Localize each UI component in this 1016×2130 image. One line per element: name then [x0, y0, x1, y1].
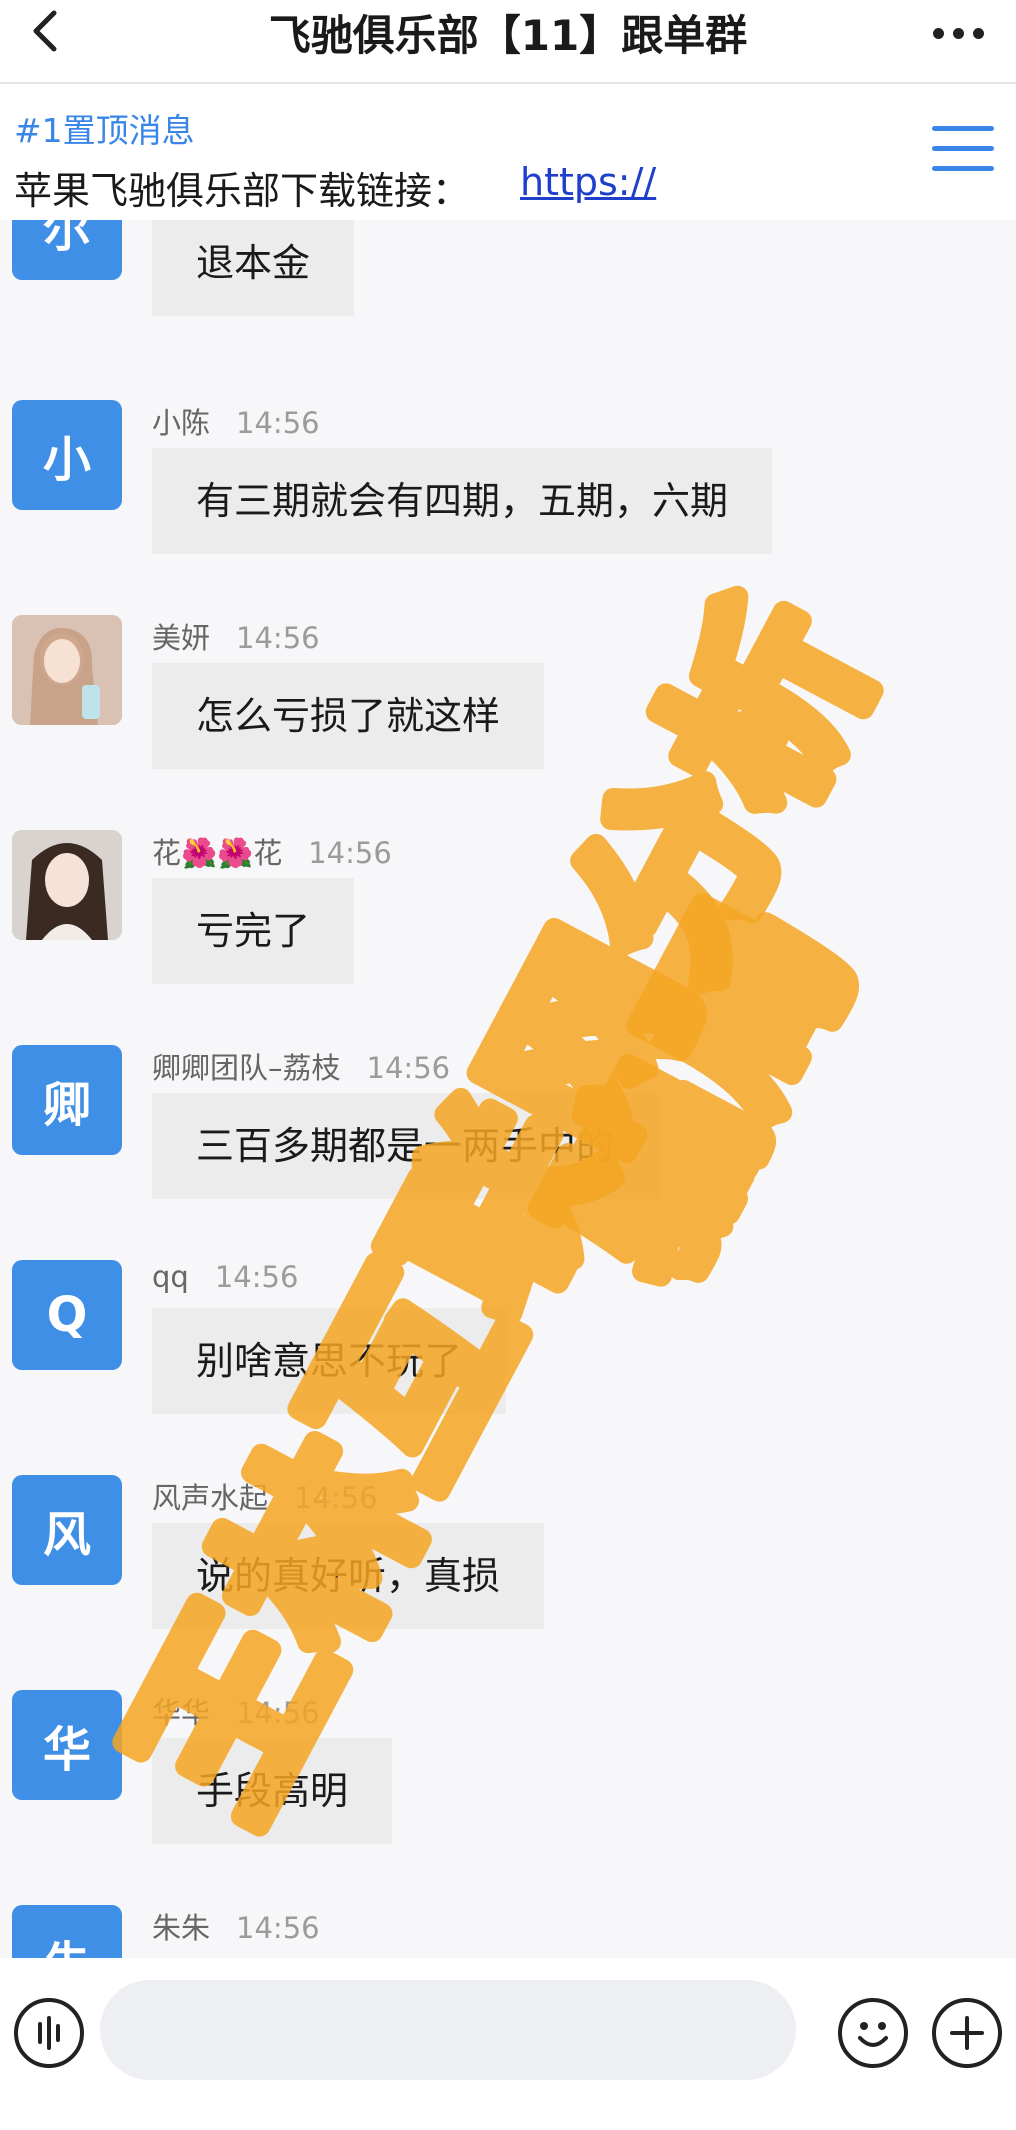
- pinned-text: 苹果飞驰俱乐部下载链接：: [14, 169, 471, 213]
- avatar[interactable]: 朱: [12, 1905, 122, 1958]
- avatar[interactable]: 风: [12, 1475, 122, 1585]
- sender-name: qq: [152, 1260, 189, 1294]
- input-bar: [0, 1958, 1016, 2130]
- message-time: 14:56: [236, 1911, 320, 1945]
- message-meta: 华华 14:56: [152, 1690, 320, 1732]
- pinned-link[interactable]: https://: [520, 160, 656, 204]
- sender-name: 美妍: [152, 621, 211, 655]
- message-meta: qq 14:56: [152, 1260, 298, 1294]
- message-time: 14:56: [214, 1260, 299, 1294]
- avatar[interactable]: [12, 615, 122, 725]
- message-input[interactable]: [100, 1980, 796, 2080]
- sender-name: 朱朱: [152, 1911, 211, 1945]
- avatar[interactable]: 卿: [12, 1045, 122, 1155]
- avatar-photo: [12, 615, 122, 725]
- message-time: 14:56: [308, 836, 392, 870]
- sender-name: 花🌺🌺花: [152, 836, 283, 870]
- message-time: 14:56: [236, 621, 320, 655]
- emoji-icon: [858, 2022, 888, 2047]
- message-meta: 花🌺🌺花 14:56: [152, 830, 392, 872]
- message-list[interactable]: 尔 退本金 小 小陈 14:56 有三期就会有四期，五期，六期 美妍 14:56 怎…: [0, 220, 1016, 1958]
- voice-icon: [38, 2016, 60, 2050]
- emoji-button[interactable]: [838, 1998, 908, 2068]
- avatar[interactable]: 华: [12, 1690, 122, 1800]
- message-meta: 小陈 14:56: [152, 400, 320, 442]
- avatar[interactable]: Q: [12, 1260, 122, 1370]
- more-dots-icon: [932, 27, 984, 39]
- voice-button[interactable]: [14, 1998, 84, 2068]
- message-time: 14:56: [236, 1696, 320, 1730]
- pinned-message-bar[interactable]: #1置顶消息 苹果飞驰俱乐部下载链接： https://: [0, 84, 1016, 220]
- sender-name: 卿卿团队–荔枝: [152, 1051, 341, 1085]
- message-bubble[interactable]: 别啥意思不玩了: [152, 1308, 507, 1414]
- message-meta: 朱朱 14:56: [152, 1905, 320, 1947]
- sender-name: 小陈: [152, 406, 211, 440]
- plus-icon: [950, 2016, 984, 2050]
- message-bubble[interactable]: 三百多期都是一两手中的: [152, 1093, 659, 1199]
- message-bubble[interactable]: 退本金: [152, 220, 355, 316]
- message-bubble[interactable]: 说的真好听，真损: [152, 1523, 545, 1629]
- avatar[interactable]: 小: [12, 400, 122, 510]
- sender-name: 风声水起: [152, 1481, 269, 1515]
- message-time: 14:56: [236, 406, 320, 440]
- avatar-photo: [12, 830, 122, 940]
- pinned-tag: #1置顶消息: [14, 111, 195, 150]
- message-time: 14:56: [366, 1051, 451, 1085]
- message-bubble[interactable]: 手段高明: [152, 1738, 393, 1844]
- chat-header: 飞驰俱乐部【11】跟单群: [0, 0, 1016, 84]
- avatar[interactable]: 尔: [12, 220, 122, 280]
- message-bubble[interactable]: 怎么亏损了就这样: [152, 663, 545, 769]
- pinned-menu-button[interactable]: [932, 120, 994, 180]
- message-meta: 卿卿团队–荔枝 14:56: [152, 1045, 450, 1087]
- message-meta: 风声水起 14:56: [152, 1475, 378, 1517]
- message-bubble[interactable]: 有三期就会有四期，五期，六期: [152, 448, 773, 554]
- plus-button[interactable]: [932, 1998, 1002, 2068]
- chat-title: 飞驰俱乐部【11】跟单群: [268, 11, 748, 60]
- message-time: 14:56: [294, 1481, 378, 1515]
- message-meta: 美妍 14:56: [152, 615, 320, 657]
- more-button[interactable]: [918, 8, 998, 58]
- message-bubble[interactable]: 亏完了: [152, 878, 355, 984]
- avatar[interactable]: [12, 830, 122, 940]
- sender-name: 华华: [152, 1696, 211, 1730]
